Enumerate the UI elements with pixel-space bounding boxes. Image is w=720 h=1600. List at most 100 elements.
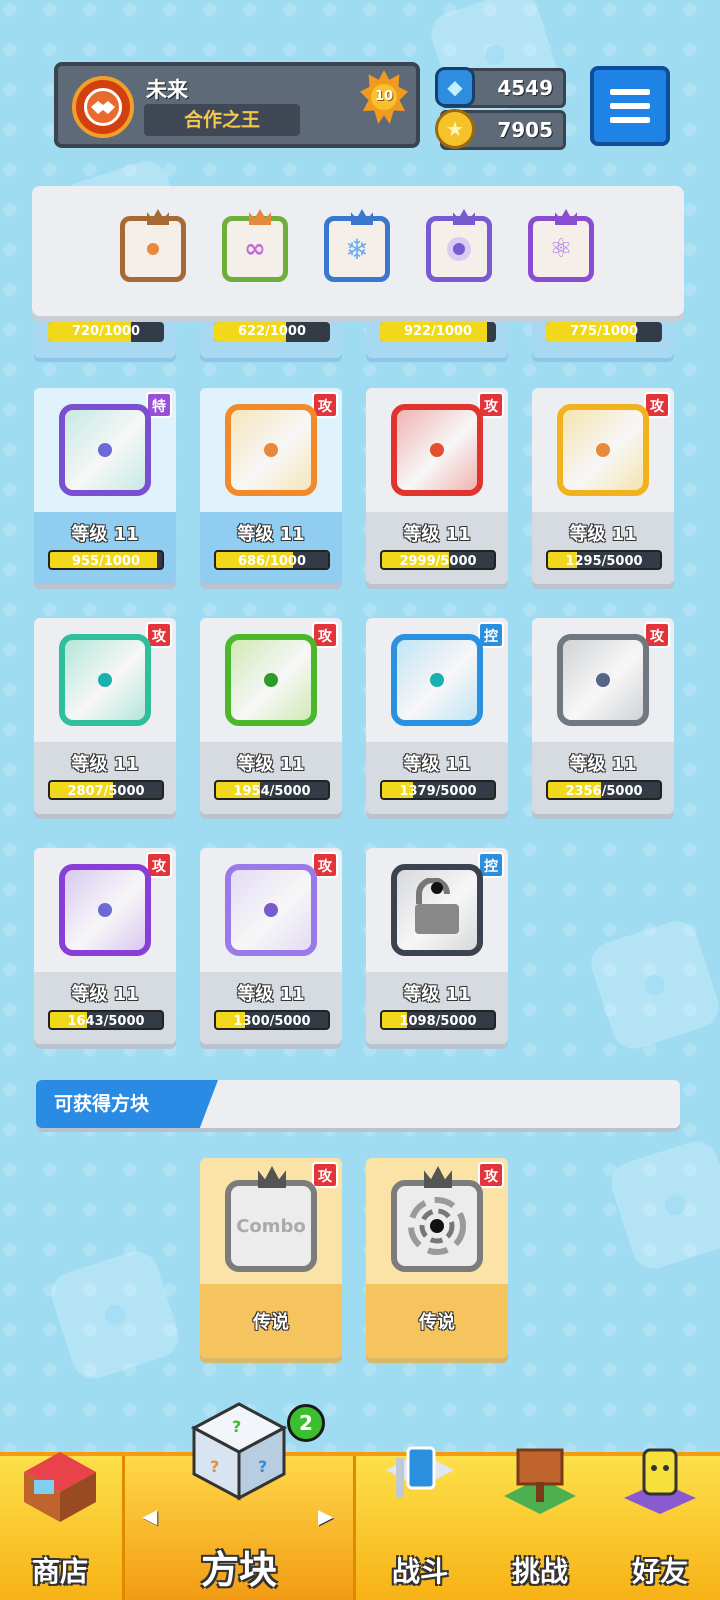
combo-label: Combo	[236, 1215, 306, 1237]
dice-level: 等级 11	[71, 524, 139, 545]
dice-level: 等级 11	[569, 524, 637, 545]
deck-slot-5[interactable]: ⚛	[528, 209, 594, 282]
dice-level: 等级 11	[403, 524, 471, 545]
progress-text: 1379/5000	[399, 784, 477, 799]
dice-pip	[430, 443, 444, 457]
dice-icon	[225, 634, 317, 726]
upgrade-progress-bar: 1300/5000	[214, 1010, 330, 1030]
dice-pip	[430, 673, 444, 687]
dice-level: 等级 11	[569, 754, 637, 775]
nav-challenge[interactable]: 挑战	[480, 1448, 600, 1600]
dice-card[interactable]: 特等级 11 955/1000	[34, 388, 176, 584]
hamburger-icon	[610, 89, 650, 95]
attack-tag: 攻	[312, 1162, 338, 1188]
progress-text: 1643/5000	[67, 1014, 145, 1029]
progress-text: 775/1000	[569, 324, 639, 339]
atom-icon: ⚛	[549, 234, 573, 264]
dice-card[interactable]: 控等级 11 1379/5000	[366, 618, 508, 814]
nav-label-battle: 战斗	[391, 1555, 448, 1588]
nav-battle[interactable]: 战斗	[360, 1446, 480, 1600]
rarity-label: 传说	[419, 1312, 455, 1333]
dice-pip	[264, 673, 278, 687]
svg-text:?: ?	[258, 1457, 267, 1476]
mystery-dice-icon: ? ? ?	[184, 1398, 294, 1512]
coin-amount: 7905	[497, 118, 553, 142]
dice-icon	[391, 634, 483, 726]
upgrade-progress-bar: 1643/5000	[48, 1010, 164, 1030]
dice-card[interactable]: 攻等级 11 1954/5000	[200, 618, 342, 814]
nav-label-shop: 商店	[31, 1555, 88, 1588]
svg-text:?: ?	[210, 1457, 219, 1476]
upgrade-progress-bar: 2999/5000	[380, 550, 496, 570]
progress-text: 1300/5000	[233, 1014, 311, 1029]
deck-slot-2[interactable]: ∞	[222, 209, 288, 282]
progress-text: 955/1000	[71, 554, 141, 569]
obtainable-dice-title: 可获得方块	[36, 1080, 218, 1128]
nav-friends[interactable]: 好友	[600, 1448, 720, 1600]
dragon-crown-icon	[424, 1166, 452, 1188]
level-badge: 10	[360, 70, 408, 124]
dice-level: 等级 11	[403, 984, 471, 1005]
deck-slot-3[interactable]: ❄	[324, 209, 390, 282]
upgrade-progress-bar: 686/1000	[214, 550, 330, 570]
deck-slot-1[interactable]	[120, 209, 186, 282]
rarity-label: 传说	[253, 1312, 289, 1333]
upgrade-progress-bar: 1379/5000	[380, 780, 496, 800]
dice-icon	[225, 864, 317, 956]
deck-panel: ∞ ❄ ⚛	[32, 186, 684, 316]
menu-button[interactable]	[590, 66, 670, 146]
attack-tag: 攻	[478, 1162, 504, 1188]
dice-icon	[391, 404, 483, 496]
progress-text: 2807/5000	[67, 784, 145, 799]
progress-text: 1954/5000	[233, 784, 311, 799]
nav-label-friends: 好友	[631, 1555, 688, 1588]
legendary-dice-card-combo[interactable]: 攻 Combo 传说	[200, 1158, 342, 1358]
upgrade-progress-bar: 2807/5000	[48, 780, 164, 800]
infinity-icon: ∞	[244, 234, 266, 264]
player-title: 合作之王	[144, 104, 300, 136]
dice-pip	[98, 443, 112, 457]
progress-text: 622/1000	[237, 324, 307, 339]
challenge-signboard-icon	[500, 1442, 580, 1526]
nav-prev-arrow[interactable]: ◀	[142, 1504, 157, 1528]
dice-card[interactable]: 攻等级 11 1643/5000	[34, 848, 176, 1044]
legendary-dice-card-blackhole[interactable]: 攻 传说	[366, 1158, 508, 1358]
progress-text: 720/1000	[71, 324, 141, 339]
progress-text: 2356/5000	[565, 784, 643, 799]
dice-icon	[557, 634, 649, 726]
level-number: 10	[371, 84, 397, 110]
dice-card[interactable]: 攻等级 11 1300/5000	[200, 848, 342, 1044]
dice-pip	[98, 903, 112, 917]
dice-level: 等级 11	[71, 984, 139, 1005]
dice-card[interactable]: 控等级 11 1098/5000	[366, 848, 508, 1044]
player-name: 未来	[146, 78, 188, 102]
dice-level: 等级 11	[237, 984, 305, 1005]
nav-shop[interactable]: 商店	[0, 1452, 120, 1600]
snowflake-icon: ❄	[345, 232, 369, 266]
deck-slot-4[interactable]	[426, 209, 492, 282]
dice-level: 等级 11	[403, 754, 471, 775]
dice-level: 等级 11	[71, 754, 139, 775]
dice-card[interactable]: 攻等级 11 2807/5000	[34, 618, 176, 814]
nav-next-arrow[interactable]: ▶	[318, 1504, 333, 1528]
dice-card[interactable]: 攻等级 11 686/1000	[200, 388, 342, 584]
obtainable-dice-header: 可获得方块	[36, 1080, 680, 1128]
nav-dice[interactable]: ? ? ? 2 方块	[122, 1402, 356, 1600]
gem-counter[interactable]: ◆ 4549	[435, 67, 566, 108]
dice-pip	[264, 443, 278, 457]
dice-icon	[225, 404, 317, 496]
dice-card[interactable]: 攻等级 11 1295/5000	[532, 388, 674, 584]
dice-card[interactable]: 攻等级 11 2356/5000	[532, 618, 674, 814]
gem-icon: ◆	[435, 67, 475, 107]
dice-card[interactable]: 攻等级 11 2999/5000	[366, 388, 508, 584]
gem-amount: 4549	[497, 76, 553, 100]
combo-dice-icon: Combo	[225, 1180, 317, 1272]
coin-counter[interactable]: ★ 7905	[435, 109, 566, 150]
dice-icon	[59, 404, 151, 496]
dice-icon	[391, 864, 483, 956]
upgrade-progress-bar: 1295/5000	[546, 550, 662, 570]
background-die-decoration	[585, 915, 720, 1055]
progress-text: 922/1000	[403, 324, 473, 339]
player-profile-card[interactable]: 未来 合作之王 10	[54, 62, 420, 148]
upgrade-progress-bar: 1098/5000	[380, 1010, 496, 1030]
